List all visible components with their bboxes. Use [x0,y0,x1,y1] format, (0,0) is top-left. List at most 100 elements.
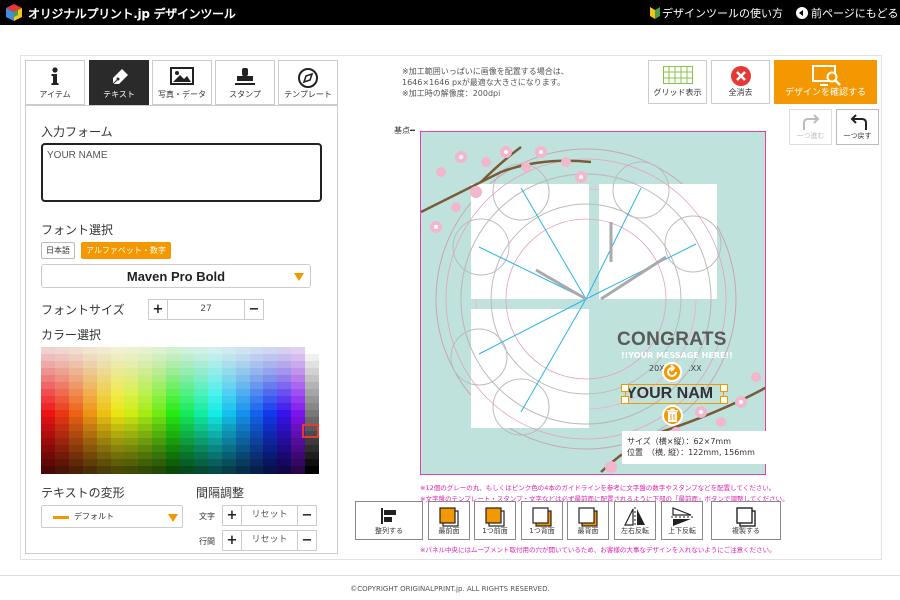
resolution-notice: ※加工範囲いっぱいに画像を配置する場合は、 1646×1646 pxが最適な大き… [402,66,569,99]
font-select[interactable]: Maven Pro Bold [41,264,311,288]
color-swatch[interactable] [263,466,278,474]
confirm-design-label: デザインを確認する [784,88,866,98]
font-size-minus-button[interactable]: − [244,299,264,320]
guide-link-label: デザインツールの使い方 [662,7,783,20]
bring-forward-icon [485,507,505,527]
guide-link[interactable]: デザインツールの使い方 [650,5,783,21]
text-transform-select[interactable]: デフォルト [41,505,183,528]
duplicate-button[interactable]: 複製する [711,501,781,540]
tab-item-label: アイテム [39,90,71,99]
notice-line-3: ※加工時の解像度：200dpi [402,89,501,98]
size-line: サイズ（横×縦）：62×7mm [627,437,732,446]
color-swatch[interactable] [152,466,167,474]
color-swatch[interactable] [305,466,320,474]
guide-note-1: ※12個のグレーの丸、もしくはピンク色の4本のガイドラインを参考に文字盤の数字や… [420,484,776,492]
undo-button[interactable]: 一つ戻す [836,109,879,145]
color-swatch[interactable] [180,466,195,474]
size-position-tooltip: サイズ（横×縦）：62×7mm 位置 （横, 縦）：122mm, 156mm [622,431,766,464]
font-size-label: フォントサイズ [41,303,125,317]
line-spacing-minus-button[interactable]: − [297,530,317,551]
bring-to-front-icon [439,507,459,527]
undo-icon [850,114,867,130]
color-swatch[interactable] [193,466,209,474]
line-spacing-plus-button[interactable]: + [222,530,242,551]
resize-handle-top-left[interactable] [621,384,629,392]
font-size-plus-button[interactable]: + [148,299,168,320]
line-spacing-label: 行間 [199,537,215,546]
duplicate-icon [736,507,756,527]
resize-handle-top-right[interactable] [720,384,728,392]
back-link[interactable]: 前ページにもどる [796,5,899,21]
design-canvas[interactable] [420,131,766,475]
close-icon [731,66,751,86]
bring-to-front-button[interactable]: 最前面 [428,501,470,540]
clock-template-graphic [421,146,765,473]
congrats-text[interactable]: CONGRATS [617,329,727,351]
color-swatch[interactable] [277,466,292,474]
input-form-label: 入力フォーム [41,125,113,139]
color-swatch[interactable] [110,466,125,474]
clear-all-button[interactable]: 全消去 [711,60,770,104]
color-swatch[interactable] [82,466,98,474]
font-category-japanese-button[interactable]: 日本語 [41,242,75,259]
color-swatch[interactable] [291,466,306,474]
color-swatch[interactable] [235,466,250,474]
font-category-alphabet-button[interactable]: アルファベット・数字 [81,242,171,259]
message-text[interactable]: !!YOUR MESSAGE HERE!! [621,351,733,360]
compass-icon [298,68,318,88]
flip-horizontal-button[interactable]: 左右反転 [614,501,656,540]
flip-horizontal-icon [624,507,645,527]
color-swatch[interactable] [68,466,84,474]
tab-template[interactable]: テンプレート [278,60,338,105]
color-swatch[interactable] [221,466,237,474]
selected-text-your-name[interactable]: YOUR NAM [625,384,724,404]
color-swatch[interactable] [124,466,139,474]
color-palette[interactable] [41,347,320,474]
align-button[interactable]: 整列する [355,501,423,540]
font-size-value[interactable]: 27 [168,299,244,320]
color-swatch[interactable] [249,466,264,474]
font-select-value: Maven Pro Bold [126,269,226,284]
send-backward-button[interactable]: 1つ背面 [521,501,563,540]
beginner-mark-icon [650,7,660,19]
send-to-back-button[interactable]: 最背面 [567,501,609,540]
tab-text[interactable]: テキスト [89,60,149,105]
trash-icon [667,408,678,422]
send-backward-label: 1つ背面 [529,527,555,535]
char-spacing-reset-button[interactable]: リセット [242,505,297,526]
redo-button[interactable]: 一つ進む [789,109,832,145]
origin-label-text: 基点 [394,126,410,135]
resize-handle-bottom-left[interactable] [621,396,629,404]
delete-handle[interactable] [662,405,683,426]
send-to-back-label: 最背面 [577,527,599,535]
color-swatch[interactable] [166,466,181,474]
color-swatch[interactable] [41,466,56,474]
bring-forward-button[interactable]: 1つ前面 [474,501,516,540]
grid-toggle-button[interactable]: グリッド表示 [648,60,707,104]
info-icon [51,67,59,85]
send-backward-icon [532,507,552,527]
tab-stamp[interactable]: スタンプ [215,60,275,105]
image-icon [170,67,194,85]
font-select-label: フォント選択 [41,223,114,237]
color-swatch[interactable] [54,466,70,474]
grid-icon [663,66,693,84]
selected-color-indicator [302,424,319,438]
confirm-design-button[interactable]: デザインを確認する [774,60,877,104]
duplicate-label: 複製する [732,527,760,535]
line-spacing-reset-button[interactable]: リセット [242,530,297,551]
char-spacing-minus-button[interactable]: − [297,505,317,526]
text-input[interactable]: YOUR NAME [41,143,322,202]
tab-item[interactable]: アイテム [25,60,85,105]
char-spacing-plus-button[interactable]: + [222,505,242,526]
color-swatch[interactable] [207,466,223,474]
flip-vertical-button[interactable]: 上下反転 [661,501,703,540]
resize-handle-bottom-right[interactable] [720,396,728,404]
tab-template-label: テンプレート [284,90,332,99]
color-swatch[interactable] [138,466,153,474]
tab-text-label: テキスト [103,90,135,99]
tab-photo-data[interactable]: 写真・データ [152,60,212,105]
rotate-handle[interactable] [662,362,682,382]
flip-horizontal-label: 左右反転 [621,527,649,535]
color-swatch[interactable] [96,466,111,474]
